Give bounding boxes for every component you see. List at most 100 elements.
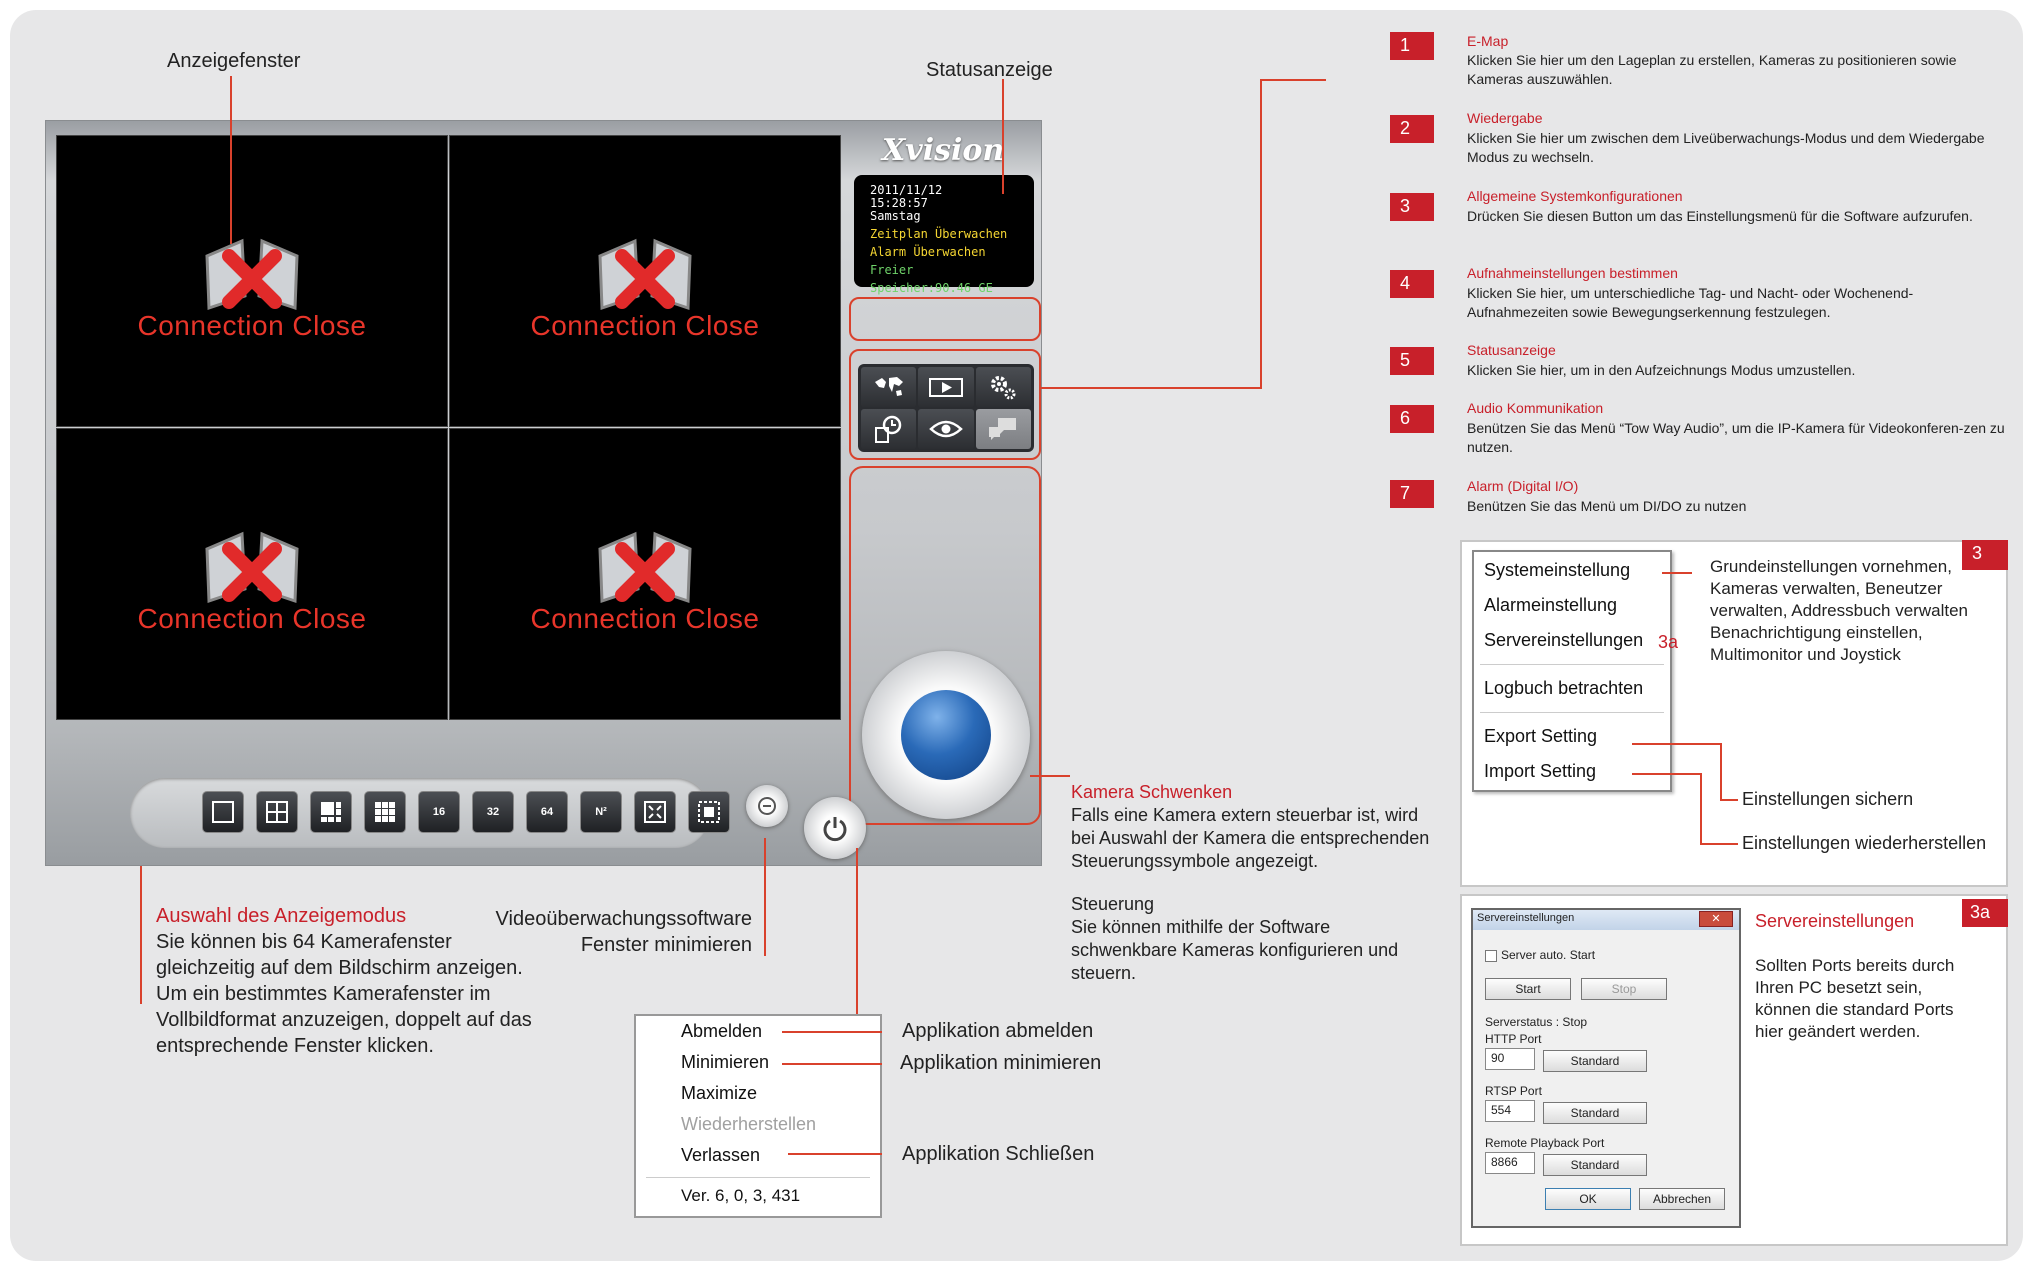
live-view-button[interactable]	[918, 409, 974, 449]
server-description: Sollten Ports bereits durch Ihren PC bes…	[1755, 956, 1955, 1041]
rtsp-port-input[interactable]: 554	[1485, 1100, 1535, 1122]
start-button[interactable]: Start	[1485, 978, 1571, 1000]
menu-item-verlassen[interactable]: Verlassen	[681, 1145, 760, 1166]
leader-line	[140, 866, 142, 1004]
playback-standard-button[interactable]: Standard	[1543, 1154, 1647, 1176]
video-tile-4[interactable]: Connection Close	[449, 428, 841, 720]
server-badge: 3a	[1962, 899, 2008, 927]
audio-button[interactable]	[975, 409, 1031, 449]
menu-item-import[interactable]: Import Setting	[1484, 761, 1596, 782]
menu-item-wiederherstellen: Wiederherstellen	[681, 1114, 817, 1134]
layout-32-button[interactable]: 32	[472, 791, 514, 833]
grid-64-icon: 64	[540, 806, 554, 818]
playback-port-label: Remote Playback Port	[1485, 1136, 1605, 1150]
minimize-line-2: Fenster minimieren	[580, 934, 752, 956]
playback-button[interactable]	[918, 367, 974, 407]
layout-4-button[interactable]	[256, 791, 298, 833]
film-play-icon	[928, 378, 963, 397]
callout-schliessen: Applikation Schließen	[902, 1143, 1095, 1165]
layout-16-button[interactable]: 16	[418, 791, 460, 833]
leader-line	[1002, 79, 1004, 194]
menu-item-abmelden[interactable]: Abmelden	[681, 1021, 762, 1042]
dialog-close-button[interactable]: ✕	[1699, 911, 1733, 927]
video-tile-2[interactable]: Connection Close	[449, 135, 841, 427]
leader-line	[1700, 773, 1702, 845]
record-schedule-button[interactable]	[861, 409, 917, 449]
cancel-button[interactable]: Abbrechen	[1639, 1188, 1725, 1210]
minimize-description: Videoüberwachungssoftware Fenster minimi…	[480, 906, 752, 958]
label-anzeigefenster: Anzeigefenster	[167, 50, 301, 72]
status-alarm: Alarm Überwachen	[870, 245, 986, 259]
rtsp-port-label: RTSP Port	[1485, 1084, 1542, 1098]
sequence-button[interactable]	[688, 791, 730, 833]
legend-desc-5: Klicken Sie hier, um in den Aufzeichnung…	[1467, 362, 1856, 378]
ptz-center-ball[interactable]	[901, 690, 991, 780]
callout-minimieren: Applikation minimieren	[900, 1052, 1102, 1074]
legend-number-6: 6	[1390, 405, 1434, 433]
chat-bubbles-icon	[989, 418, 1017, 440]
http-standard-button[interactable]: Standard	[1543, 1050, 1647, 1072]
menu-divider	[1480, 712, 1664, 713]
auto-start-checkbox[interactable]	[1485, 950, 1497, 962]
fullscreen-button[interactable]	[634, 791, 676, 833]
ptz-title: Kamera Schwenken	[1071, 782, 1233, 802]
leader-line	[788, 1153, 882, 1155]
menu-item-maximize[interactable]: Maximize	[681, 1083, 757, 1104]
ptz-joystick[interactable]	[862, 651, 1030, 819]
callout-abmelden: Applikation abmelden	[902, 1020, 1094, 1042]
menu-item-logbuch[interactable]: Logbuch betrachten	[1484, 678, 1643, 699]
callout-export: Einstellungen sichern	[1742, 789, 1914, 809]
playback-port-input[interactable]: 8866	[1485, 1152, 1535, 1174]
leader-line	[782, 1063, 882, 1065]
legend-desc-7: Benützen Sie das Menü um DI/DO zu nutzen	[1467, 498, 1747, 514]
connection-closed-icon	[598, 238, 692, 311]
leader-line	[1700, 843, 1738, 845]
layout-9-button[interactable]	[364, 791, 406, 833]
server-settings-dialog: Servereinstellungen ✕ Server auto. Start…	[1471, 908, 1741, 1228]
layout-6-button[interactable]	[310, 791, 352, 833]
menu-item-systemeinstellung[interactable]: Systemeinstellung	[1484, 560, 1630, 581]
gears-icon	[991, 376, 1016, 400]
rtsp-standard-button[interactable]: Standard	[1543, 1102, 1647, 1124]
record-clock-icon	[874, 415, 901, 443]
leader-line	[1662, 572, 1692, 574]
status-schedule: Zeitplan Überwachen	[870, 227, 1008, 241]
connection-close-text: Connection Close	[137, 310, 367, 341]
leader-line	[1040, 387, 1262, 389]
leader-line	[1260, 79, 1326, 81]
menu-item-minimieren[interactable]: Minimieren	[681, 1052, 769, 1073]
eye-icon	[929, 420, 963, 438]
leader-line	[764, 838, 766, 956]
leader-line	[856, 848, 858, 1014]
connection-closed-icon	[205, 238, 299, 311]
legend-number-2: 2	[1390, 115, 1434, 143]
callout-import: Einstellungen wiederherstellen	[1742, 833, 1987, 853]
status-indicator-area[interactable]	[849, 297, 1041, 341]
settings-button[interactable]	[975, 367, 1031, 407]
power-menu: Abmelden Minimieren Maximize Wiederherst…	[634, 1014, 882, 1218]
connection-closed-icon	[205, 531, 299, 604]
leader-line	[1720, 799, 1738, 801]
layout-64-button[interactable]: 64	[526, 791, 568, 833]
emap-button[interactable]	[861, 367, 917, 407]
minimize-line-1: Videoüberwachungssoftware	[495, 908, 752, 930]
http-port-input[interactable]: 90	[1485, 1048, 1535, 1070]
layout-n-button[interactable]: N²	[580, 791, 622, 833]
menu-item-servereinstellungen[interactable]: Servereinstellungen	[1484, 630, 1643, 651]
nine-view-icon	[375, 802, 395, 822]
video-tile-3[interactable]: Connection Close	[56, 428, 448, 720]
menu-item-export[interactable]: Export Setting	[1484, 726, 1597, 747]
video-tile-1[interactable]: Connection Close	[56, 135, 448, 427]
layout-1-button[interactable]	[202, 791, 244, 833]
control-description: Steuerung Sie können mithilfe der Softwa…	[1071, 893, 1441, 985]
power-icon	[823, 817, 847, 842]
menu-divider	[646, 1177, 870, 1178]
legend-number-7: 7	[1390, 480, 1434, 508]
ok-button[interactable]: OK	[1545, 1188, 1631, 1210]
menu-item-alarmeinstellung[interactable]: Alarmeinstellung	[1484, 595, 1617, 616]
connection-close-text: Connection Close	[137, 603, 367, 634]
legend-desc-2: Klicken Sie hier um zwischen dem Liveübe…	[1467, 130, 1985, 165]
version-text: Ver. 6, 0, 3, 431	[681, 1186, 801, 1205]
display-mode-title: Auswahl des Anzeigemodus	[156, 905, 407, 927]
minimize-button[interactable]	[746, 785, 788, 827]
